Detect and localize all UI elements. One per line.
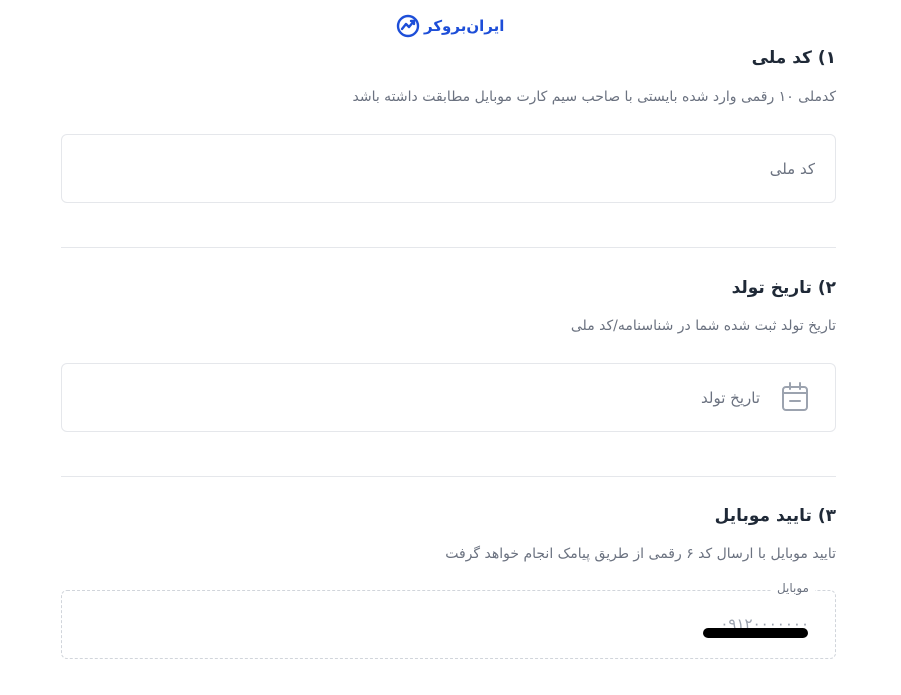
national-code-field[interactable]	[61, 134, 836, 203]
registration-page: ایران‌بروکر ۱) کد ملی کدملی ۱۰ رقمی وارد…	[0, 0, 901, 695]
mobile-field[interactable]: موبایل ۰۹۱۲۰۰۰۰۰۰۰	[61, 581, 836, 659]
section-title-national-code: ۱) کد ملی	[751, 48, 836, 68]
mobile-field-label: موبایل	[770, 581, 815, 595]
birth-date-input[interactable]	[62, 364, 835, 431]
section-title-birth-date: ۲) تاریخ تولد	[731, 278, 836, 298]
birth-date-field[interactable]	[61, 363, 836, 432]
national-code-input[interactable]	[62, 135, 835, 202]
calendar-icon[interactable]	[781, 382, 809, 412]
section-title-mobile-verify: ۳) تایید موبایل	[714, 506, 836, 526]
redaction-mark	[703, 628, 808, 638]
chart-trend-icon	[396, 14, 420, 38]
section-hint-mobile-verify: تایید موبایل با ارسال کد ۶ رقمی از طریق …	[445, 546, 836, 562]
brand-logo[interactable]: ایران‌بروکر	[396, 12, 508, 40]
section-divider	[61, 476, 836, 477]
section-hint-birth-date: تاریخ تولد ثبت شده شما در شناسنامه/کد مل…	[570, 318, 836, 334]
section-divider	[61, 247, 836, 248]
section-hint-national-code: کدملی ۱۰ رقمی وارد شده بایستی با صاحب سی…	[352, 89, 836, 105]
brand-name: ایران‌بروکر	[424, 17, 505, 35]
